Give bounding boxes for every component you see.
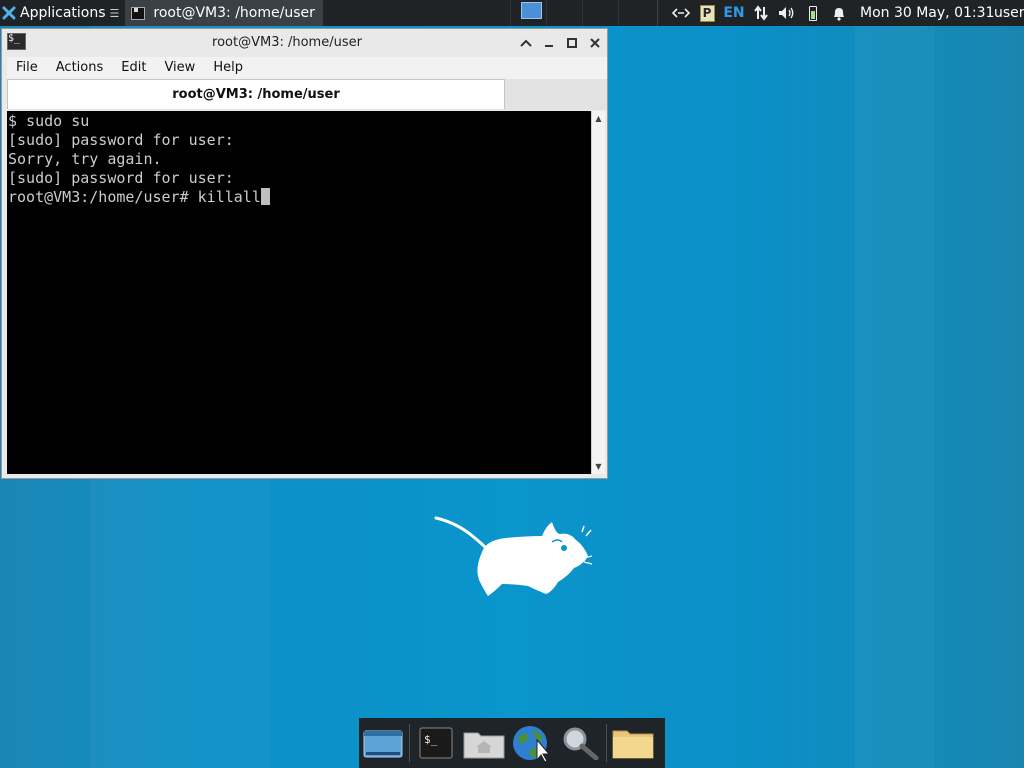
text-cursor <box>260 188 270 205</box>
clipboard-letter: P <box>699 4 715 22</box>
maximize-button[interactable] <box>563 34 581 52</box>
panel-separator <box>657 0 658 26</box>
shell-prompt: root@VM3:/home/user# <box>8 188 198 206</box>
svg-text:$_: $_ <box>424 733 438 746</box>
network-icon[interactable] <box>668 0 694 26</box>
dock-separator <box>606 724 607 762</box>
terminal-line: [sudo] password for user: <box>8 169 234 187</box>
minimize-button[interactable] <box>540 34 558 52</box>
roll-up-button[interactable] <box>517 34 535 52</box>
applications-label: Applications <box>20 5 106 21</box>
close-button[interactable] <box>586 34 604 52</box>
volume-icon[interactable] <box>774 0 800 26</box>
xfce-mouse-logo <box>434 516 593 596</box>
window-title: root@VM3: /home/user <box>212 35 362 50</box>
terminal-input-line: root@VM3:/home/user# killall <box>8 188 591 207</box>
menu-actions[interactable]: Actions <box>47 57 113 79</box>
minimize-icon <box>545 45 553 47</box>
scroll-down-arrow-icon[interactable]: ▼ <box>592 460 605 473</box>
user-menu[interactable]: user <box>994 0 1024 26</box>
terminal-launcher[interactable]: $_ <box>412 718 460 768</box>
maximize-icon <box>567 38 577 48</box>
network-transfer-icon[interactable] <box>748 0 774 26</box>
terminal-line: $ sudo su <box>8 112 90 130</box>
tab-terminal[interactable]: root@VM3: /home/user <box>7 79 505 109</box>
applications-menu-button[interactable]: Applications ☰ <box>0 0 123 26</box>
home-folder-icon <box>463 732 505 759</box>
chevron-up-icon <box>520 39 532 47</box>
tab-bar: root@VM3: /home/user <box>7 79 607 110</box>
file-manager-icon <box>612 730 654 759</box>
terminal-screen[interactable]: $ sudo su [sudo] password for user: Sorry,… <box>7 111 591 474</box>
dock: $_ <box>359 718 665 768</box>
xfce-logo-icon <box>2 6 16 20</box>
notifications-bell-icon[interactable] <box>826 0 852 26</box>
terminal-icon <box>131 5 146 20</box>
web-browser-icon <box>513 726 551 762</box>
battery-icon[interactable] <box>800 0 826 26</box>
clipboard-manager-icon[interactable]: P <box>694 0 720 26</box>
taskbar-terminal-button[interactable]: root@VM3: /home/user <box>125 0 324 26</box>
workspace-2[interactable] <box>546 0 582 26</box>
system-tray: P EN <box>668 0 852 26</box>
menu-help[interactable]: Help <box>204 57 252 79</box>
menu-file[interactable]: File <box>7 57 47 79</box>
menu-bar: File Actions Edit View Help <box>7 57 607 79</box>
terminal-line: [sudo] password for user: <box>8 131 234 149</box>
web-browser-launcher[interactable] <box>508 718 556 768</box>
workspace-4[interactable] <box>618 0 654 26</box>
window-titlebar[interactable]: $_ root@VM3: /home/user <box>2 29 607 57</box>
workspace-switcher <box>510 0 654 26</box>
file-manager-launcher[interactable] <box>609 718 657 768</box>
terminal-line: Sorry, try again. <box>8 150 162 168</box>
search-icon <box>563 727 599 760</box>
workspace-3[interactable] <box>582 0 618 26</box>
close-icon <box>590 38 600 48</box>
search-launcher[interactable] <box>556 718 604 768</box>
command-input: killall <box>197 188 261 206</box>
workspace-1[interactable] <box>510 0 546 26</box>
menu-view[interactable]: View <box>155 57 204 79</box>
desktop-background <box>855 26 935 768</box>
top-panel: Applications ☰ root@VM3: /home/user P EN… <box>0 0 1024 26</box>
clock[interactable]: Mon 30 May, 01:31 <box>860 0 994 26</box>
terminal-scrollbar[interactable]: ▲ ▼ <box>591 111 605 474</box>
home-folder-launcher[interactable] <box>460 718 508 768</box>
scroll-up-arrow-icon[interactable]: ▲ <box>592 112 605 125</box>
menu-edit[interactable]: Edit <box>112 57 155 79</box>
dock-separator <box>409 724 410 762</box>
taskbar-task-title: root@VM3: /home/user <box>153 5 315 21</box>
terminal-window: $_ root@VM3: /home/user File Actions Edi… <box>1 28 608 479</box>
menu-grip-icon: ☰ <box>109 6 120 20</box>
show-desktop-button[interactable] <box>359 718 407 768</box>
keyboard-layout-indicator[interactable]: EN <box>720 0 748 26</box>
terminal-icon: $_ <box>419 727 453 759</box>
show-desktop-icon <box>363 730 403 758</box>
